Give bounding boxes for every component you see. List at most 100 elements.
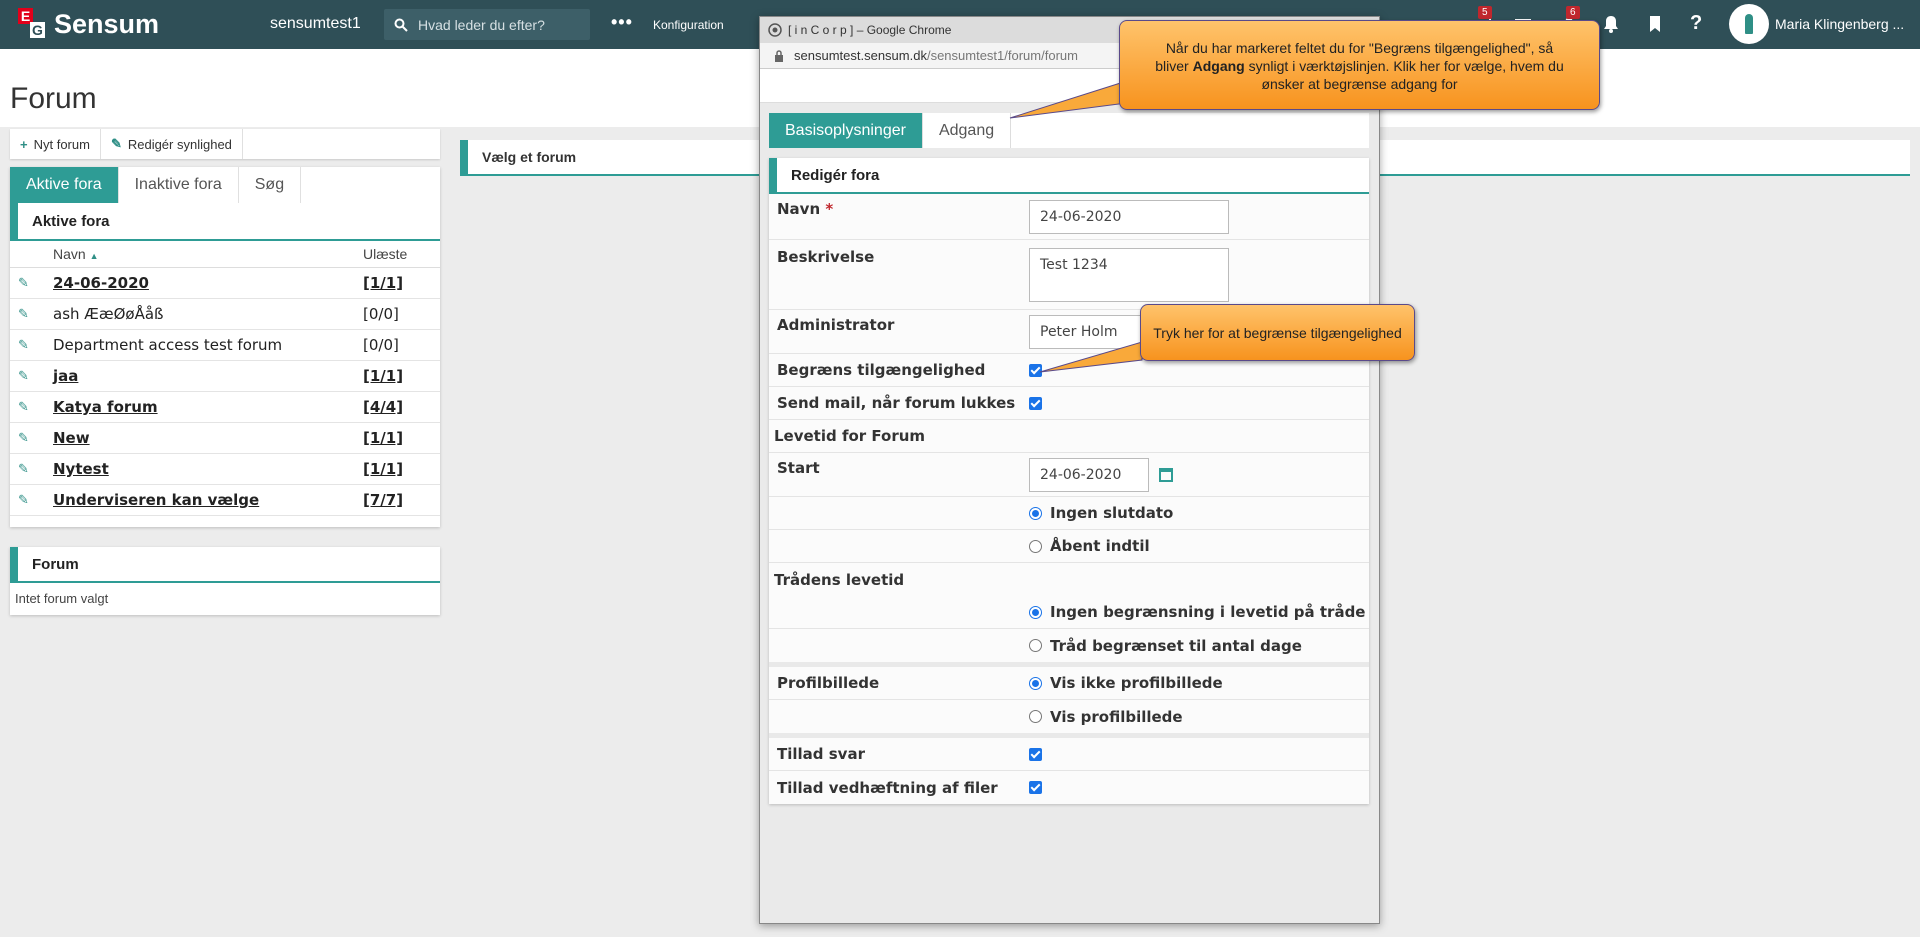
tenant-name[interactable]: sensumtest1 <box>270 15 361 33</box>
page-title: Forum <box>10 82 97 115</box>
edit-pencil-icon[interactable]: ✎ <box>10 493 53 508</box>
user-name[interactable]: Maria Klingenberg ... <box>1775 16 1904 32</box>
tab-search[interactable]: Søg <box>239 167 302 203</box>
edit-pencil-icon[interactable]: ✎ <box>10 462 53 477</box>
tab-basic-info[interactable]: Basisoplysninger <box>769 113 923 148</box>
avatar[interactable] <box>1729 4 1769 44</box>
edit-pencil-icon[interactable]: ✎ <box>10 307 53 322</box>
no-end-date-radio[interactable] <box>1029 506 1042 520</box>
popup-tabs: Basisoplysninger Adgang <box>769 113 1369 148</box>
url-path: /sensumtest1/forum/forum <box>926 48 1078 63</box>
send-mail-label: Send mail, når forum lukkes <box>777 394 1016 412</box>
restrict-access-checkbox[interactable] <box>1029 363 1042 377</box>
allow-reply-label: Tillad svar <box>777 745 865 763</box>
search-icon <box>394 18 408 32</box>
popup-window: [ i n C o r p ] – Google Chrome sensumte… <box>759 16 1380 924</box>
row-profile-picture: Profilbillede Vis ikke profilbillede <box>769 667 1369 700</box>
eg-logo-icon: E G <box>18 8 46 40</box>
forum-row[interactable]: ✎ New [1/1] <box>10 423 440 454</box>
forum-name[interactable]: Department access test forum <box>53 336 363 354</box>
calendar-icon[interactable] <box>1159 467 1173 482</box>
edit-pencil-icon[interactable]: ✎ <box>10 276 53 291</box>
forum-unread-count: [4/4] <box>363 398 404 416</box>
configuration-link[interactable]: Konfiguration <box>653 18 724 32</box>
forum-name[interactable]: jaa <box>53 367 363 385</box>
callout-restrict-access: Tryk her for at begrænse tilgængelighed <box>1140 304 1415 361</box>
edit-pencil-icon[interactable]: ✎ <box>10 369 53 384</box>
required-mark: * <box>825 200 834 218</box>
row-name: Navn * 24-06-2020 <box>769 194 1369 240</box>
start-date-input[interactable]: 24-06-2020 <box>1029 457 1149 492</box>
tab-inactive-forums[interactable]: Inaktive fora <box>119 167 239 203</box>
forum-unread-count: [7/7] <box>363 491 404 509</box>
help-icon[interactable]: ? <box>1690 12 1710 34</box>
edit-pencil-icon[interactable]: ✎ <box>10 431 53 446</box>
row-description: Beskrivelse Test 1234 <box>769 240 1369 310</box>
search-placeholder: Hvad leder du efter? <box>418 16 545 33</box>
forum-row[interactable]: ✎ Underviseren kan vælge [7/7] <box>10 485 440 516</box>
hide-profile-radio[interactable] <box>1029 676 1042 690</box>
new-forum-button[interactable]: + Nyt forum <box>10 129 101 159</box>
logo[interactable]: E G Sensum <box>18 8 159 40</box>
forum-row[interactable]: ✎ jaa [1/1] <box>10 361 440 392</box>
forum-row[interactable]: ✎ Katya forum [4/4] <box>10 392 440 423</box>
description-textarea[interactable]: Test 1234 <box>1029 247 1229 302</box>
forum-unread-count: [0/0] <box>363 336 399 354</box>
allow-attachments-label: Tillad vedhæftning af filer <box>777 778 998 797</box>
forum-name[interactable]: Nytest <box>53 460 363 478</box>
popup-content: Basisoplysninger Adgang Redigér fora Nav… <box>769 113 1369 804</box>
no-forum-selected-text: Intet forum valgt <box>15 591 109 606</box>
forum-toolbar: + Nyt forum ✎ Redigér synlighed <box>10 129 440 159</box>
send-mail-checkbox[interactable] <box>1029 396 1042 410</box>
forum-row[interactable]: ✎ 24-06-2020 [1/1] <box>10 268 440 299</box>
profile-picture-label: Profilbillede <box>777 674 880 692</box>
forum-name[interactable]: New <box>53 429 363 447</box>
show-profile-radio[interactable] <box>1029 710 1042 723</box>
notification-badge: 6 <box>1566 6 1580 19</box>
edit-visibility-button[interactable]: ✎ Redigér synlighed <box>101 129 243 159</box>
search-box[interactable]: Hvad leder du efter? <box>384 9 590 40</box>
tab-access[interactable]: Adgang <box>923 113 1012 148</box>
bell-icon[interactable] <box>1601 14 1621 34</box>
column-name-label: Navn <box>53 246 86 262</box>
row-thread-limit-days: Tråd begrænset til antal dage <box>769 629 1369 662</box>
row-forum-lifetime: Levetid for Forum <box>769 420 1369 453</box>
forum-name[interactable]: Katya forum <box>53 398 363 416</box>
name-label: Navn * <box>769 194 1029 218</box>
edit-pencil-icon[interactable]: ✎ <box>10 338 53 353</box>
new-forum-label: Nyt forum <box>33 136 90 152</box>
row-send-mail: Send mail, når forum lukkes <box>769 387 1369 420</box>
column-header-row: Navn ▲ Ulæste <box>10 241 440 268</box>
row-allow-reply: Tillad svar <box>769 738 1369 771</box>
forum-unread-count: [1/1] <box>363 429 404 447</box>
forum-row[interactable]: ✎ ash ÆæØøÅåß [0/0] <box>10 299 440 330</box>
column-unread-header[interactable]: Ulæste <box>363 246 440 262</box>
forum-name[interactable]: 24-06-2020 <box>53 274 363 292</box>
open-until-radio[interactable] <box>1029 539 1042 553</box>
edit-forum-heading: Redigér fora <box>769 158 1369 194</box>
start-label: Start <box>777 459 820 477</box>
forum-unread-count: [1/1] <box>363 460 404 478</box>
column-name-header[interactable]: Navn ▲ <box>53 246 363 262</box>
sort-asc-icon: ▲ <box>89 251 99 261</box>
tab-active-forums[interactable]: Aktive fora <box>10 167 119 203</box>
forum-list: ✎ 24-06-2020 [1/1] ✎ ash ÆæØøÅåß [0/0] ✎ Depart… <box>10 268 440 516</box>
name-input[interactable]: 24-06-2020 <box>1029 199 1229 234</box>
row-show-profile: Vis profilbillede <box>769 700 1369 733</box>
url-host: sensumtest.sensum.dk <box>794 48 927 63</box>
callout-top-text-c: synligt i værktøjslinjen. Klik her for v… <box>1244 58 1564 74</box>
bookmark-icon[interactable] <box>1645 14 1665 34</box>
logo-text: Sensum <box>54 8 160 39</box>
forum-name[interactable]: ash ÆæØøÅåß <box>53 305 363 323</box>
more-menu-button[interactable]: ••• <box>611 12 633 33</box>
edit-pencil-icon[interactable]: ✎ <box>10 400 53 415</box>
allow-attachments-checkbox[interactable] <box>1029 781 1042 794</box>
forum-row[interactable]: ✎ Nytest [1/1] <box>10 454 440 485</box>
forum-row[interactable]: ✎ Department access test forum [0/0] <box>10 330 440 361</box>
no-thread-limit-radio[interactable] <box>1029 605 1042 619</box>
forum-lifetime-label: Levetid for Forum <box>774 427 926 445</box>
forum-name[interactable]: Underviseren kan vælge <box>53 491 363 509</box>
allow-reply-checkbox[interactable] <box>1029 747 1042 761</box>
thread-limit-days-radio[interactable] <box>1029 639 1042 652</box>
edit-visibility-label: Redigér synlighed <box>127 136 232 152</box>
